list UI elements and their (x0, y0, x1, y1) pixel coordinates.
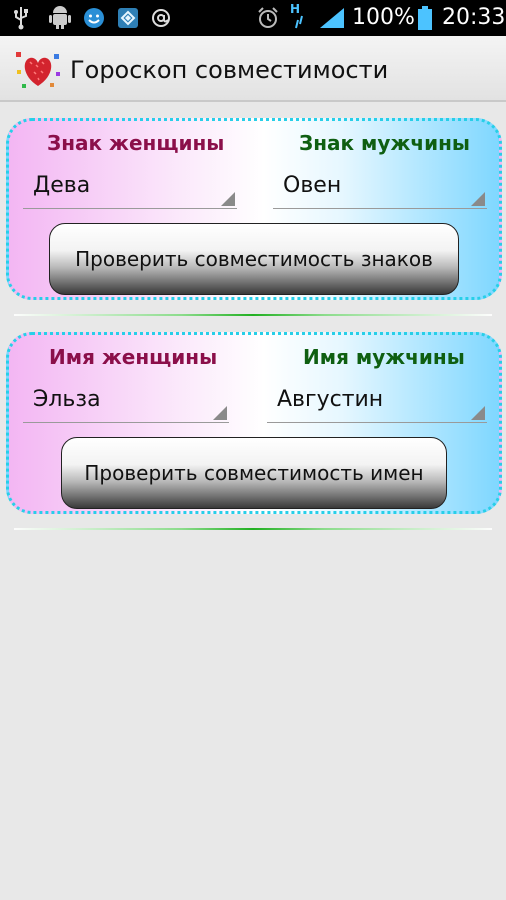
female-sign-value: Дева (33, 173, 91, 198)
names-compatibility-card: Имя женщины Имя мужчины Эльза Августин П… (6, 332, 502, 514)
signs-compatibility-card: Знак женщины Знак мужчины Дева Овен Пров… (6, 118, 502, 300)
status-bar: H 100% 20:33 (0, 0, 506, 36)
female-name-value: Эльза (33, 387, 101, 412)
at-sign-icon (152, 9, 170, 27)
signal-bars-icon (320, 8, 344, 28)
smiley-icon (84, 8, 104, 28)
signal-icon (295, 15, 303, 29)
female-sign-label: Знак женщины (47, 131, 225, 155)
battery-percent: 100% (352, 5, 415, 30)
spinner-corner-icon (471, 192, 485, 206)
female-name-spinner[interactable]: Эльза (23, 383, 229, 423)
male-name-spinner[interactable]: Августин (267, 383, 487, 423)
app-icon (118, 8, 138, 28)
male-sign-spinner[interactable]: Овен (273, 169, 487, 209)
alarm-icon (258, 7, 278, 28)
male-name-value: Августин (277, 387, 384, 412)
female-name-label: Имя женщины (49, 345, 218, 369)
section-divider (14, 314, 492, 316)
app-title-bar: Гороскоп совместимости (0, 36, 506, 102)
spinner-corner-icon (221, 192, 235, 206)
male-sign-label: Знак мужчины (299, 131, 470, 155)
heart-logo-icon (16, 52, 60, 88)
app-title: Гороскоп совместимости (70, 56, 389, 84)
battery-icon (418, 6, 432, 30)
usb-icon (14, 7, 28, 30)
female-sign-spinner[interactable]: Дева (23, 169, 237, 209)
check-signs-button[interactable]: Проверить совместимость знаков (49, 223, 459, 295)
spinner-corner-icon (471, 406, 485, 420)
spinner-corner-icon (213, 406, 227, 420)
section-divider (14, 528, 492, 530)
android-debug-icon (49, 6, 71, 29)
male-name-label: Имя мужчины (303, 345, 465, 369)
male-sign-value: Овен (283, 173, 342, 198)
clock: 20:33 (442, 5, 506, 30)
check-names-button[interactable]: Проверить совместимость имен (61, 437, 447, 509)
